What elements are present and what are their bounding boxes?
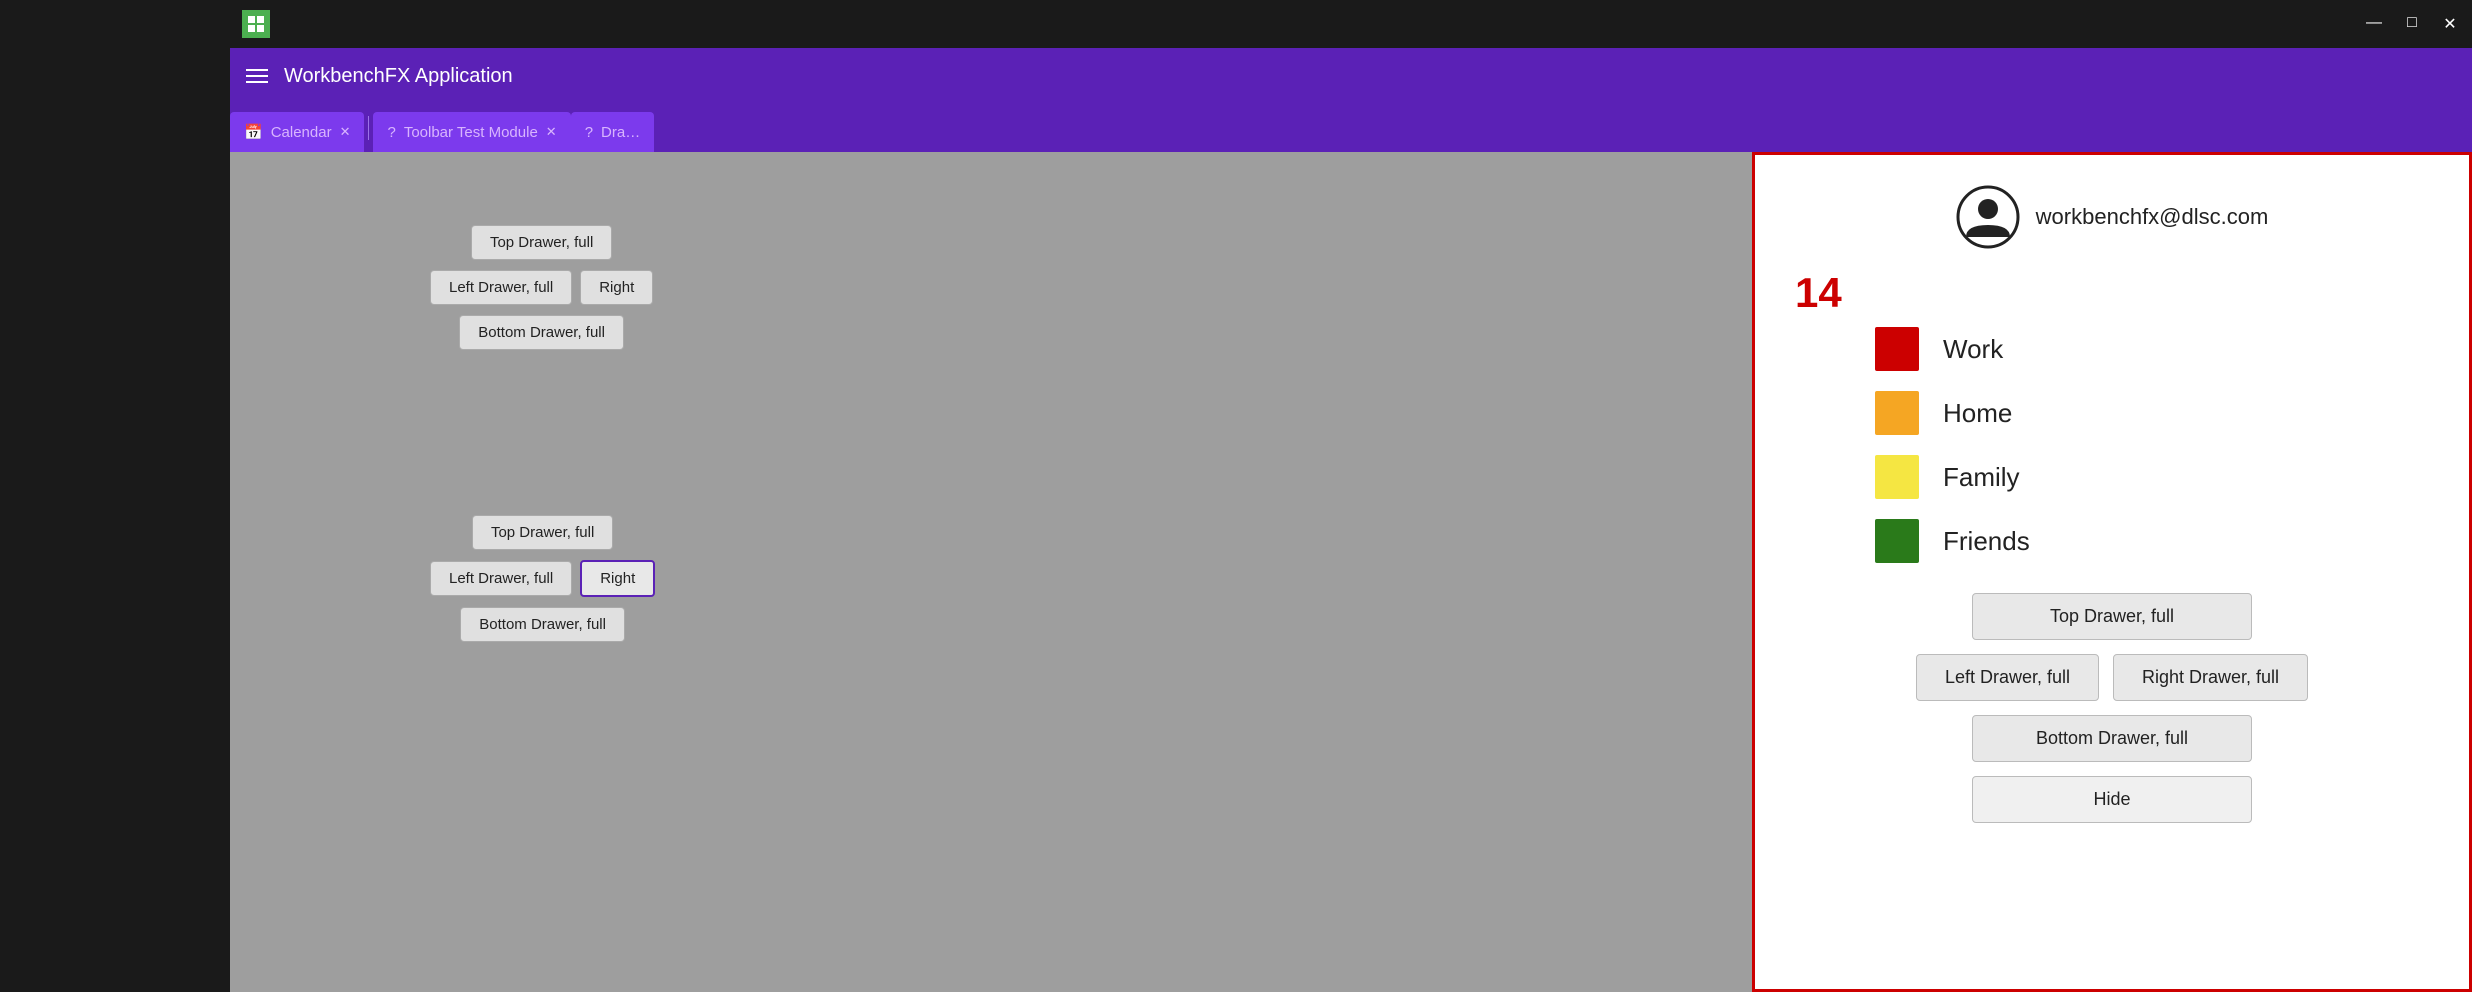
action-row-middle: Left Drawer, full Right Drawer, full xyxy=(1795,654,2429,701)
user-email: workbenchfx@dlsc.com xyxy=(2036,204,2269,230)
badge-count: 14 xyxy=(1795,269,1842,317)
profile-section: workbenchfx@dlsc.com xyxy=(1956,185,2269,249)
legend-item-friends: Friends xyxy=(1875,519,2030,563)
action-row-top: Top Drawer, full xyxy=(1795,593,2429,640)
tab-calendar-label: Calendar xyxy=(271,124,332,141)
top-drawer-full-btn[interactable]: Top Drawer, full xyxy=(1972,593,2252,640)
left-drawer-btn-2[interactable]: Left Drawer, full xyxy=(430,561,572,596)
top-drawer-btn-2[interactable]: Top Drawer, full xyxy=(472,515,613,550)
maximize-button[interactable]: □ xyxy=(2402,14,2422,34)
title-bar-left xyxy=(242,10,270,38)
left-drawer-btn-1[interactable]: Left Drawer, full xyxy=(430,270,572,305)
avatar-icon xyxy=(1956,185,2020,249)
tab-toolbar-test[interactable]: ? Toolbar Test Module ✕ xyxy=(373,112,570,152)
tab-drawer[interactable]: ? Dra… xyxy=(571,112,655,152)
right-drawer-full-btn[interactable]: Right Drawer, full xyxy=(2113,654,2308,701)
tab-separator xyxy=(368,116,369,140)
action-row-bottom: Bottom Drawer, full xyxy=(1795,715,2429,762)
legend-color-work xyxy=(1875,327,1919,371)
right-drawer-btn-2[interactable]: Right xyxy=(580,560,655,597)
legend-label-work: Work xyxy=(1943,334,2003,365)
drawer-group-2: Top Drawer, full Left Drawer, full Right… xyxy=(430,512,655,645)
legend: Work Home Family Friends xyxy=(1795,327,2429,563)
top-drawer-btn-1[interactable]: Top Drawer, full xyxy=(471,225,612,260)
title-bar: — □ ✕ xyxy=(230,0,2472,48)
legend-label-family: Family xyxy=(1943,462,2020,493)
right-drawer-btn-1[interactable]: Right xyxy=(580,270,653,305)
toolbar-test-icon: ? xyxy=(387,124,395,141)
legend-color-family xyxy=(1875,455,1919,499)
main-content: Top Drawer, full Left Drawer, full Right… xyxy=(230,152,2472,992)
legend-item-work: Work xyxy=(1875,327,2003,371)
bottom-drawer-btn-1[interactable]: Bottom Drawer, full xyxy=(459,315,624,350)
drawer-group-1: Top Drawer, full Left Drawer, full Right… xyxy=(430,222,653,353)
legend-color-friends xyxy=(1875,519,1919,563)
drawer-row-2: Left Drawer, full Right xyxy=(430,557,655,600)
tab-bar: 📅 Calendar ✕ ? Toolbar Test Module ✕ ? D… xyxy=(230,104,2472,152)
tab-toolbar-close[interactable]: ✕ xyxy=(546,124,557,140)
legend-color-home xyxy=(1875,391,1919,435)
bottom-drawer-btn-2[interactable]: Bottom Drawer, full xyxy=(460,607,625,642)
tab-drawer-label: Dra… xyxy=(601,124,640,141)
legend-item-family: Family xyxy=(1875,455,2020,499)
drawer-row-1: Left Drawer, full Right xyxy=(430,267,653,308)
tab-calendar-close[interactable]: ✕ xyxy=(340,124,351,140)
hamburger-menu[interactable] xyxy=(246,69,268,83)
app-window: — □ ✕ WorkbenchFX Application 📅 Calendar… xyxy=(230,0,2472,992)
app-icon xyxy=(242,10,270,38)
right-panel: workbenchfx@dlsc.com 14 Work Home Family xyxy=(1752,152,2472,992)
action-buttons: Top Drawer, full Left Drawer, full Right… xyxy=(1795,593,2429,823)
close-button[interactable]: ✕ xyxy=(2440,14,2460,34)
tab-calendar[interactable]: 📅 Calendar ✕ xyxy=(230,112,364,152)
tab-toolbar-label: Toolbar Test Module xyxy=(404,124,538,141)
bottom-drawer-full-btn[interactable]: Bottom Drawer, full xyxy=(1972,715,2252,762)
app-title: WorkbenchFX Application xyxy=(284,65,513,88)
minimize-button[interactable]: — xyxy=(2364,14,2384,34)
legend-label-friends: Friends xyxy=(1943,526,2030,557)
left-drawer-full-btn[interactable]: Left Drawer, full xyxy=(1916,654,2099,701)
title-bar-controls: — □ ✕ xyxy=(2364,14,2460,34)
app-header: WorkbenchFX Application xyxy=(230,48,2472,104)
hide-btn[interactable]: Hide xyxy=(1972,776,2252,823)
action-row-hide: Hide xyxy=(1795,776,2429,823)
legend-item-home: Home xyxy=(1875,391,2012,435)
legend-label-home: Home xyxy=(1943,398,2012,429)
calendar-icon: 📅 xyxy=(244,123,263,141)
drawer-icon: ? xyxy=(585,124,593,141)
